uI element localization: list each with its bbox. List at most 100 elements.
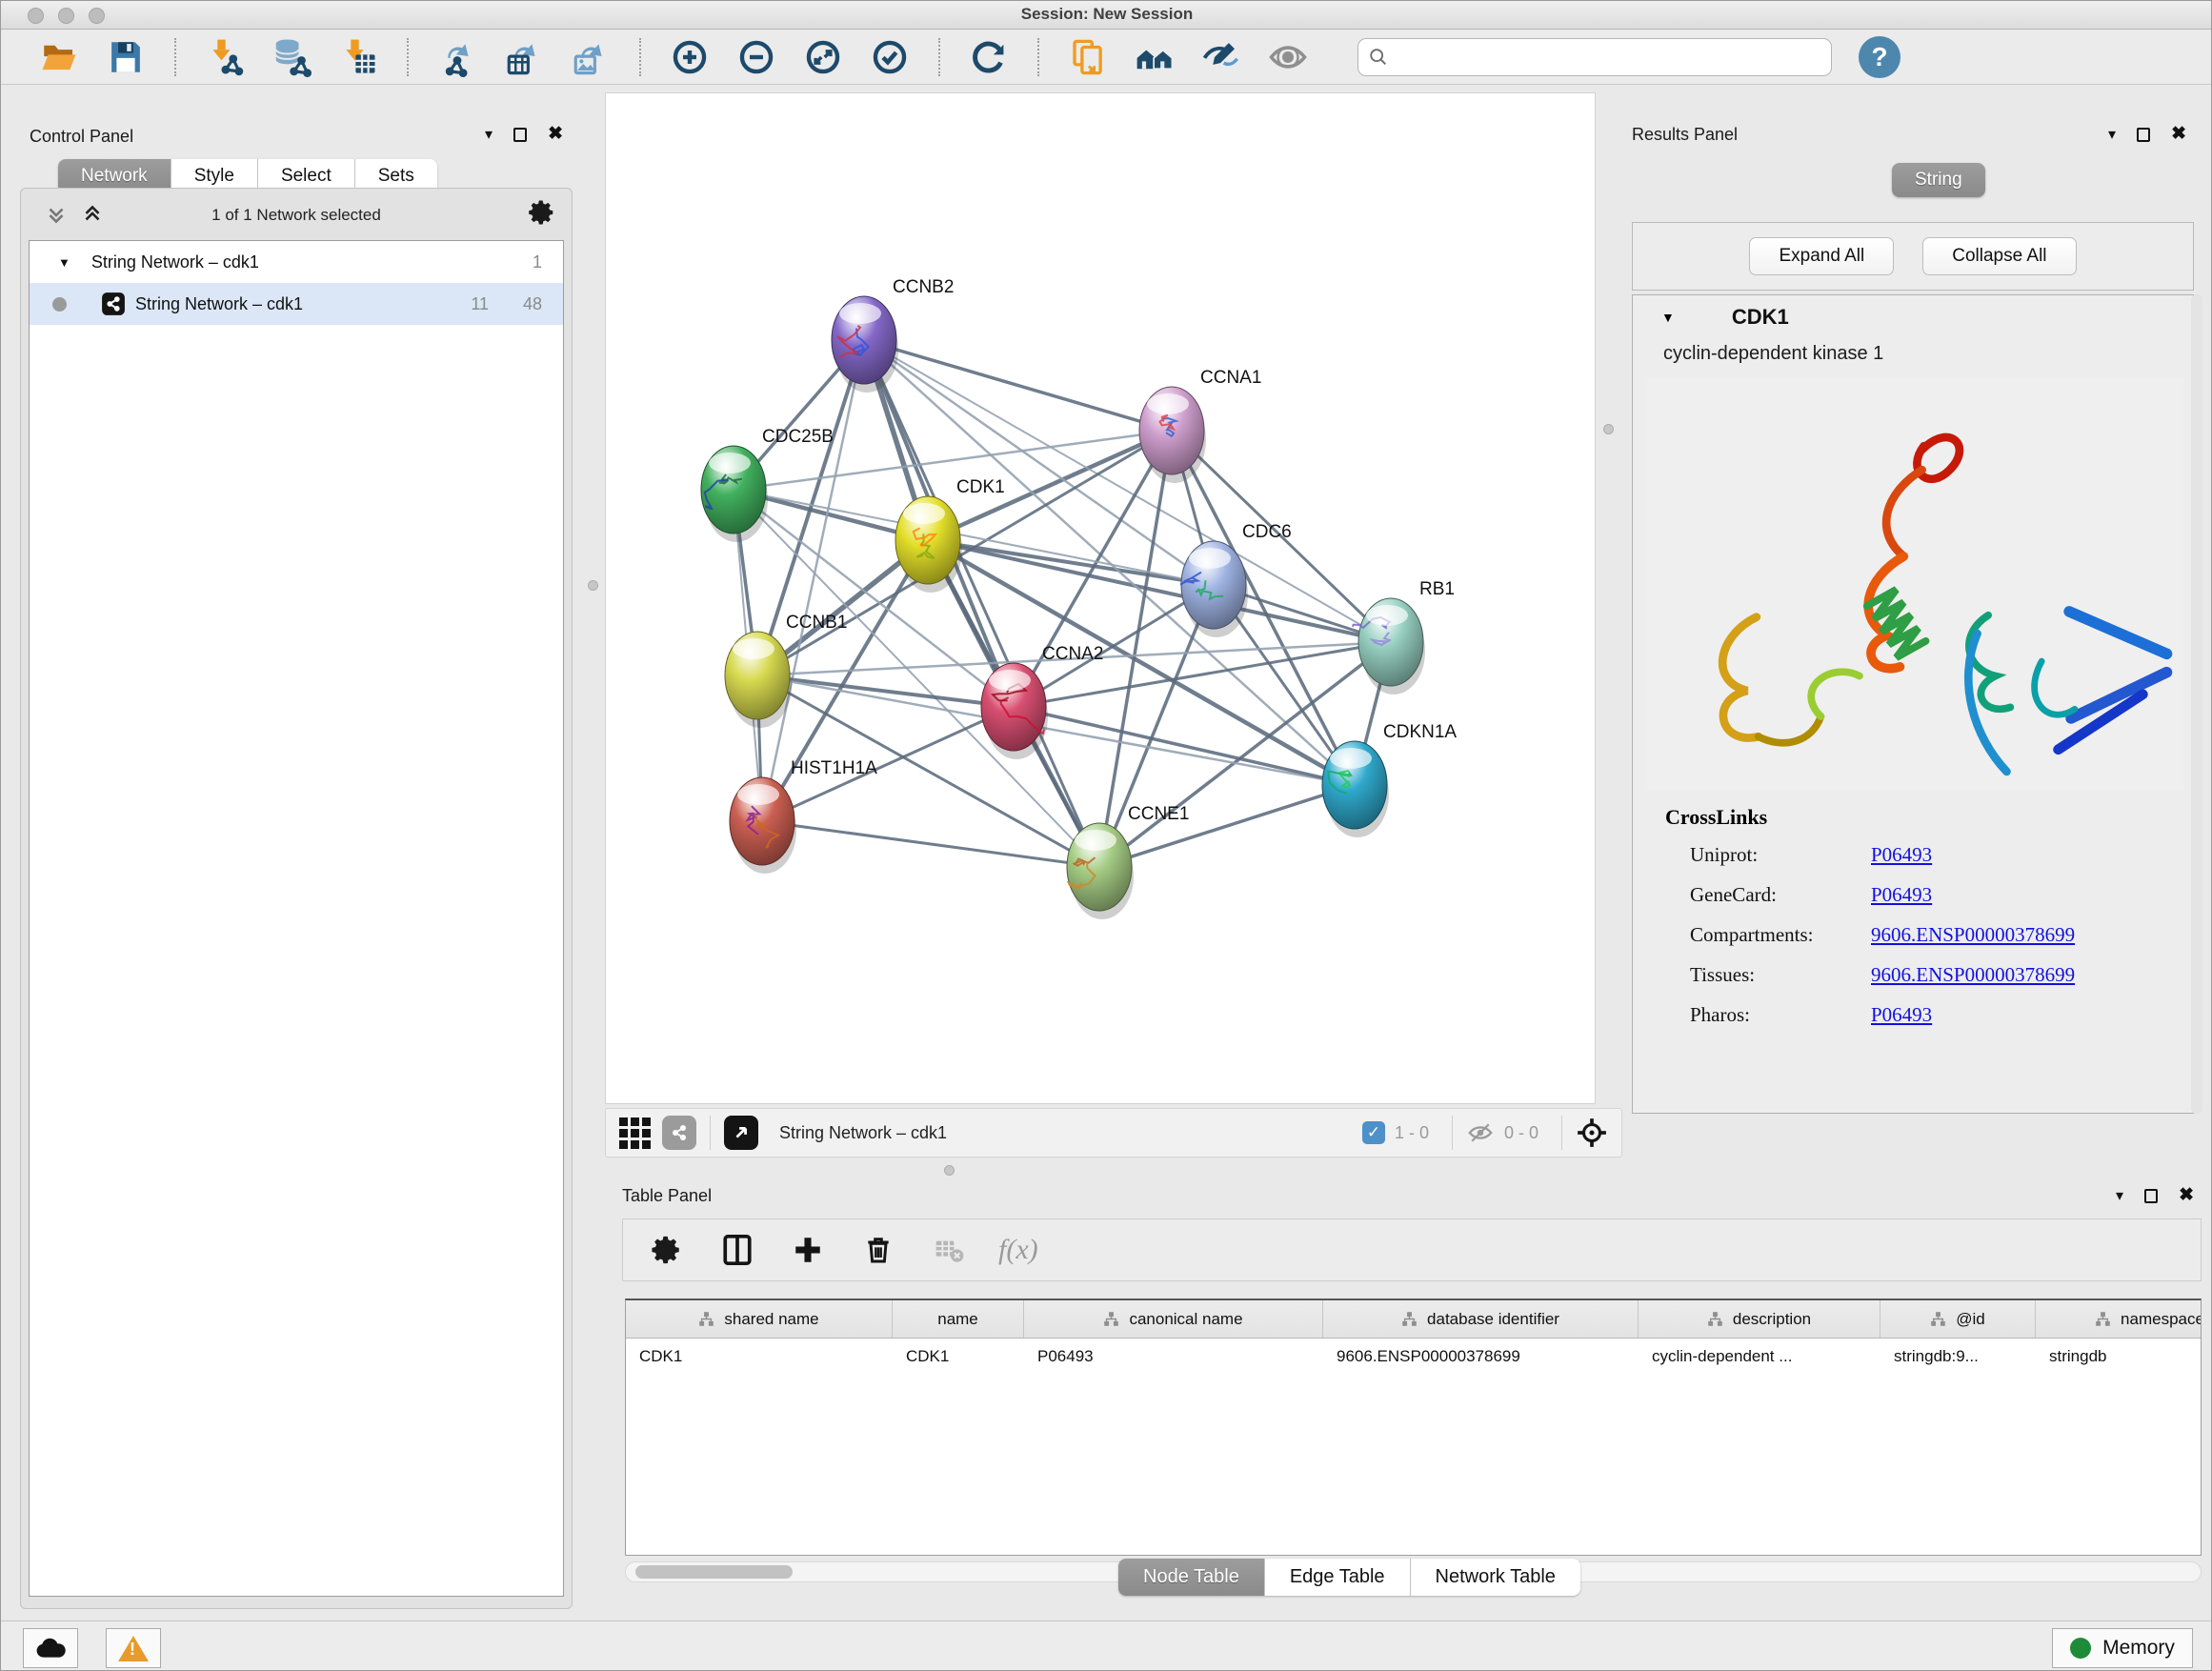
import-table-icon[interactable]	[333, 35, 383, 79]
scrollbar-thumb[interactable]	[635, 1565, 793, 1579]
column-header-namespace[interactable]: namespace	[2036, 1300, 2202, 1338]
cloud-status-button[interactable]	[23, 1628, 78, 1668]
network-node-cdc6[interactable]: CDC6	[1180, 522, 1292, 637]
column-header-description[interactable]: description	[1639, 1300, 1880, 1338]
collapse-all-button[interactable]: Collapse All	[1922, 237, 2076, 275]
tab-node-table[interactable]: Node Table	[1118, 1559, 1265, 1596]
network-node-hist1h1a[interactable]: HIST1H1A	[730, 758, 877, 874]
function-builder-icon[interactable]: f(x)	[998, 1229, 1038, 1271]
home-icon[interactable]	[1130, 35, 1179, 79]
share-view-icon[interactable]	[662, 1116, 696, 1150]
warning-status-button[interactable]	[106, 1628, 161, 1668]
expand-all-button[interactable]: Expand All	[1749, 237, 1894, 275]
panel-menu-icon[interactable]: ▾	[2108, 125, 2116, 144]
table-cell[interactable]: 9606.ENSP00000378699	[1323, 1339, 1639, 1379]
network-edge[interactable]	[762, 821, 1099, 867]
column-header-at-id[interactable]: @id	[1880, 1300, 2036, 1338]
zoom-out-icon[interactable]	[732, 35, 781, 79]
network-edge[interactable]	[1099, 785, 1355, 867]
table-cell[interactable]: stringdb:9...	[1880, 1339, 2036, 1379]
network-edge[interactable]	[864, 340, 1391, 642]
crosslink-link[interactable]: 9606.ENSP00000378699	[1871, 923, 2075, 947]
delete-column-icon[interactable]	[857, 1229, 899, 1271]
crosslink-link[interactable]: P06493	[1871, 1003, 1932, 1027]
table-cell[interactable]: CDK1	[893, 1339, 1024, 1379]
network-edge[interactable]	[864, 340, 1099, 867]
column-header-shared-name[interactable]: shared name	[626, 1300, 893, 1338]
collapse-triangle-icon[interactable]: ▼	[1661, 310, 1675, 325]
memory-button[interactable]: Memory	[2052, 1628, 2193, 1668]
crosslink-link[interactable]: 9606.ENSP00000378699	[1871, 963, 2075, 987]
hidden-eye-icon[interactable]	[1466, 1118, 1495, 1147]
memory-label: Memory	[2102, 1637, 2175, 1660]
splitter-handle[interactable]	[944, 1165, 955, 1176]
export-table-icon[interactable]	[499, 35, 549, 79]
annotation-eye-icon[interactable]	[1196, 35, 1246, 79]
panel-close-icon[interactable]: ✖	[548, 128, 563, 141]
collapse-triangle-icon[interactable]: ▼	[58, 255, 70, 270]
search-input[interactable]	[1397, 48, 1806, 67]
zoom-in-icon[interactable]	[665, 35, 714, 79]
network-edge[interactable]	[734, 490, 1214, 585]
options-gear-icon[interactable]	[528, 198, 556, 227]
refresh-icon[interactable]	[964, 35, 1014, 79]
search-box[interactable]	[1357, 38, 1832, 76]
network-node-ccnb2[interactable]: CCNB2	[832, 277, 954, 393]
tab-string[interactable]: String	[1892, 163, 1985, 197]
network-node-rb1[interactable]: RB1	[1353, 579, 1455, 695]
table-cell[interactable]: CDK1	[626, 1339, 893, 1379]
network-collection-row[interactable]: ▼ String Network – cdk1 1	[30, 241, 563, 283]
tab-network-table[interactable]: Network Table	[1411, 1559, 1580, 1596]
network-edge[interactable]	[1014, 707, 1355, 785]
panel-float-icon[interactable]	[2144, 1189, 2158, 1203]
add-column-icon[interactable]	[787, 1229, 829, 1271]
panel-close-icon[interactable]: ✖	[2179, 1189, 2194, 1202]
export-network-icon[interactable]	[432, 35, 482, 79]
network-row-selected[interactable]: String Network – cdk1 11 48	[30, 283, 563, 325]
network-edge[interactable]	[864, 340, 1172, 431]
crosslink-link[interactable]: P06493	[1871, 843, 1932, 867]
crosslink-link[interactable]: P06493	[1871, 883, 1932, 907]
node-label: RB1	[1419, 579, 1455, 599]
grid-view-icon[interactable]	[619, 1117, 651, 1149]
eye-icon[interactable]	[1263, 35, 1313, 79]
panel-menu-icon[interactable]: ▾	[2116, 1186, 2123, 1205]
splitter-handle[interactable]	[588, 580, 598, 591]
import-network-file-icon[interactable]	[200, 35, 250, 79]
network-canvas[interactable]: CCNB2CCNA1CDC25BCDK1CDC6RB1CCNB1CCNA2CDK…	[605, 92, 1596, 1104]
panel-float-icon[interactable]	[513, 128, 527, 142]
zoom-fit-icon[interactable]	[798, 35, 848, 79]
selected-checkbox-icon[interactable]: ✓	[1362, 1121, 1385, 1144]
network-node-cdkn1a[interactable]: CDKN1A	[1322, 722, 1457, 837]
documents-icon[interactable]	[1063, 35, 1113, 79]
results-scrollbar[interactable]	[2191, 294, 2202, 1114]
table-cell[interactable]: stringdb	[2036, 1339, 2202, 1379]
panel-float-icon[interactable]	[2137, 128, 2150, 142]
panel-menu-icon[interactable]: ▾	[485, 125, 493, 144]
save-session-icon[interactable]	[101, 35, 151, 79]
zoom-selected-icon[interactable]	[865, 35, 915, 79]
birds-eye-icon[interactable]	[1576, 1117, 1608, 1149]
column-header-name[interactable]: name	[893, 1300, 1024, 1338]
network-edge[interactable]	[928, 540, 1391, 642]
table-cell[interactable]: cyclin-dependent ...	[1639, 1339, 1880, 1379]
export-image-icon[interactable]	[566, 35, 615, 79]
network-node-ccna1[interactable]: CCNA1	[1139, 368, 1261, 483]
import-network-database-icon[interactable]	[267, 35, 316, 79]
tab-edge-table[interactable]: Edge Table	[1265, 1559, 1411, 1596]
delete-table-icon[interactable]	[928, 1229, 970, 1271]
column-header-canonical-name[interactable]: canonical name	[1024, 1300, 1323, 1338]
table-row[interactable]: CDK1CDK1P064939606.ENSP00000378699cyclin…	[626, 1339, 2201, 1379]
network-edge[interactable]	[762, 340, 864, 821]
help-button[interactable]: ?	[1859, 36, 1900, 78]
column-header-database-identifier[interactable]: database identifier	[1323, 1300, 1639, 1338]
detach-view-icon[interactable]	[724, 1116, 758, 1150]
network-edge[interactable]	[757, 675, 1014, 707]
open-file-icon[interactable]	[34, 35, 84, 79]
splitter-handle[interactable]	[1603, 424, 1614, 434]
show-columns-icon[interactable]	[716, 1229, 758, 1271]
table-options-gear-icon[interactable]	[646, 1229, 688, 1271]
panel-close-icon[interactable]: ✖	[2171, 128, 2186, 141]
network-node-ccne1[interactable]: CCNE1	[1067, 804, 1189, 919]
table-cell[interactable]: P06493	[1024, 1339, 1323, 1379]
